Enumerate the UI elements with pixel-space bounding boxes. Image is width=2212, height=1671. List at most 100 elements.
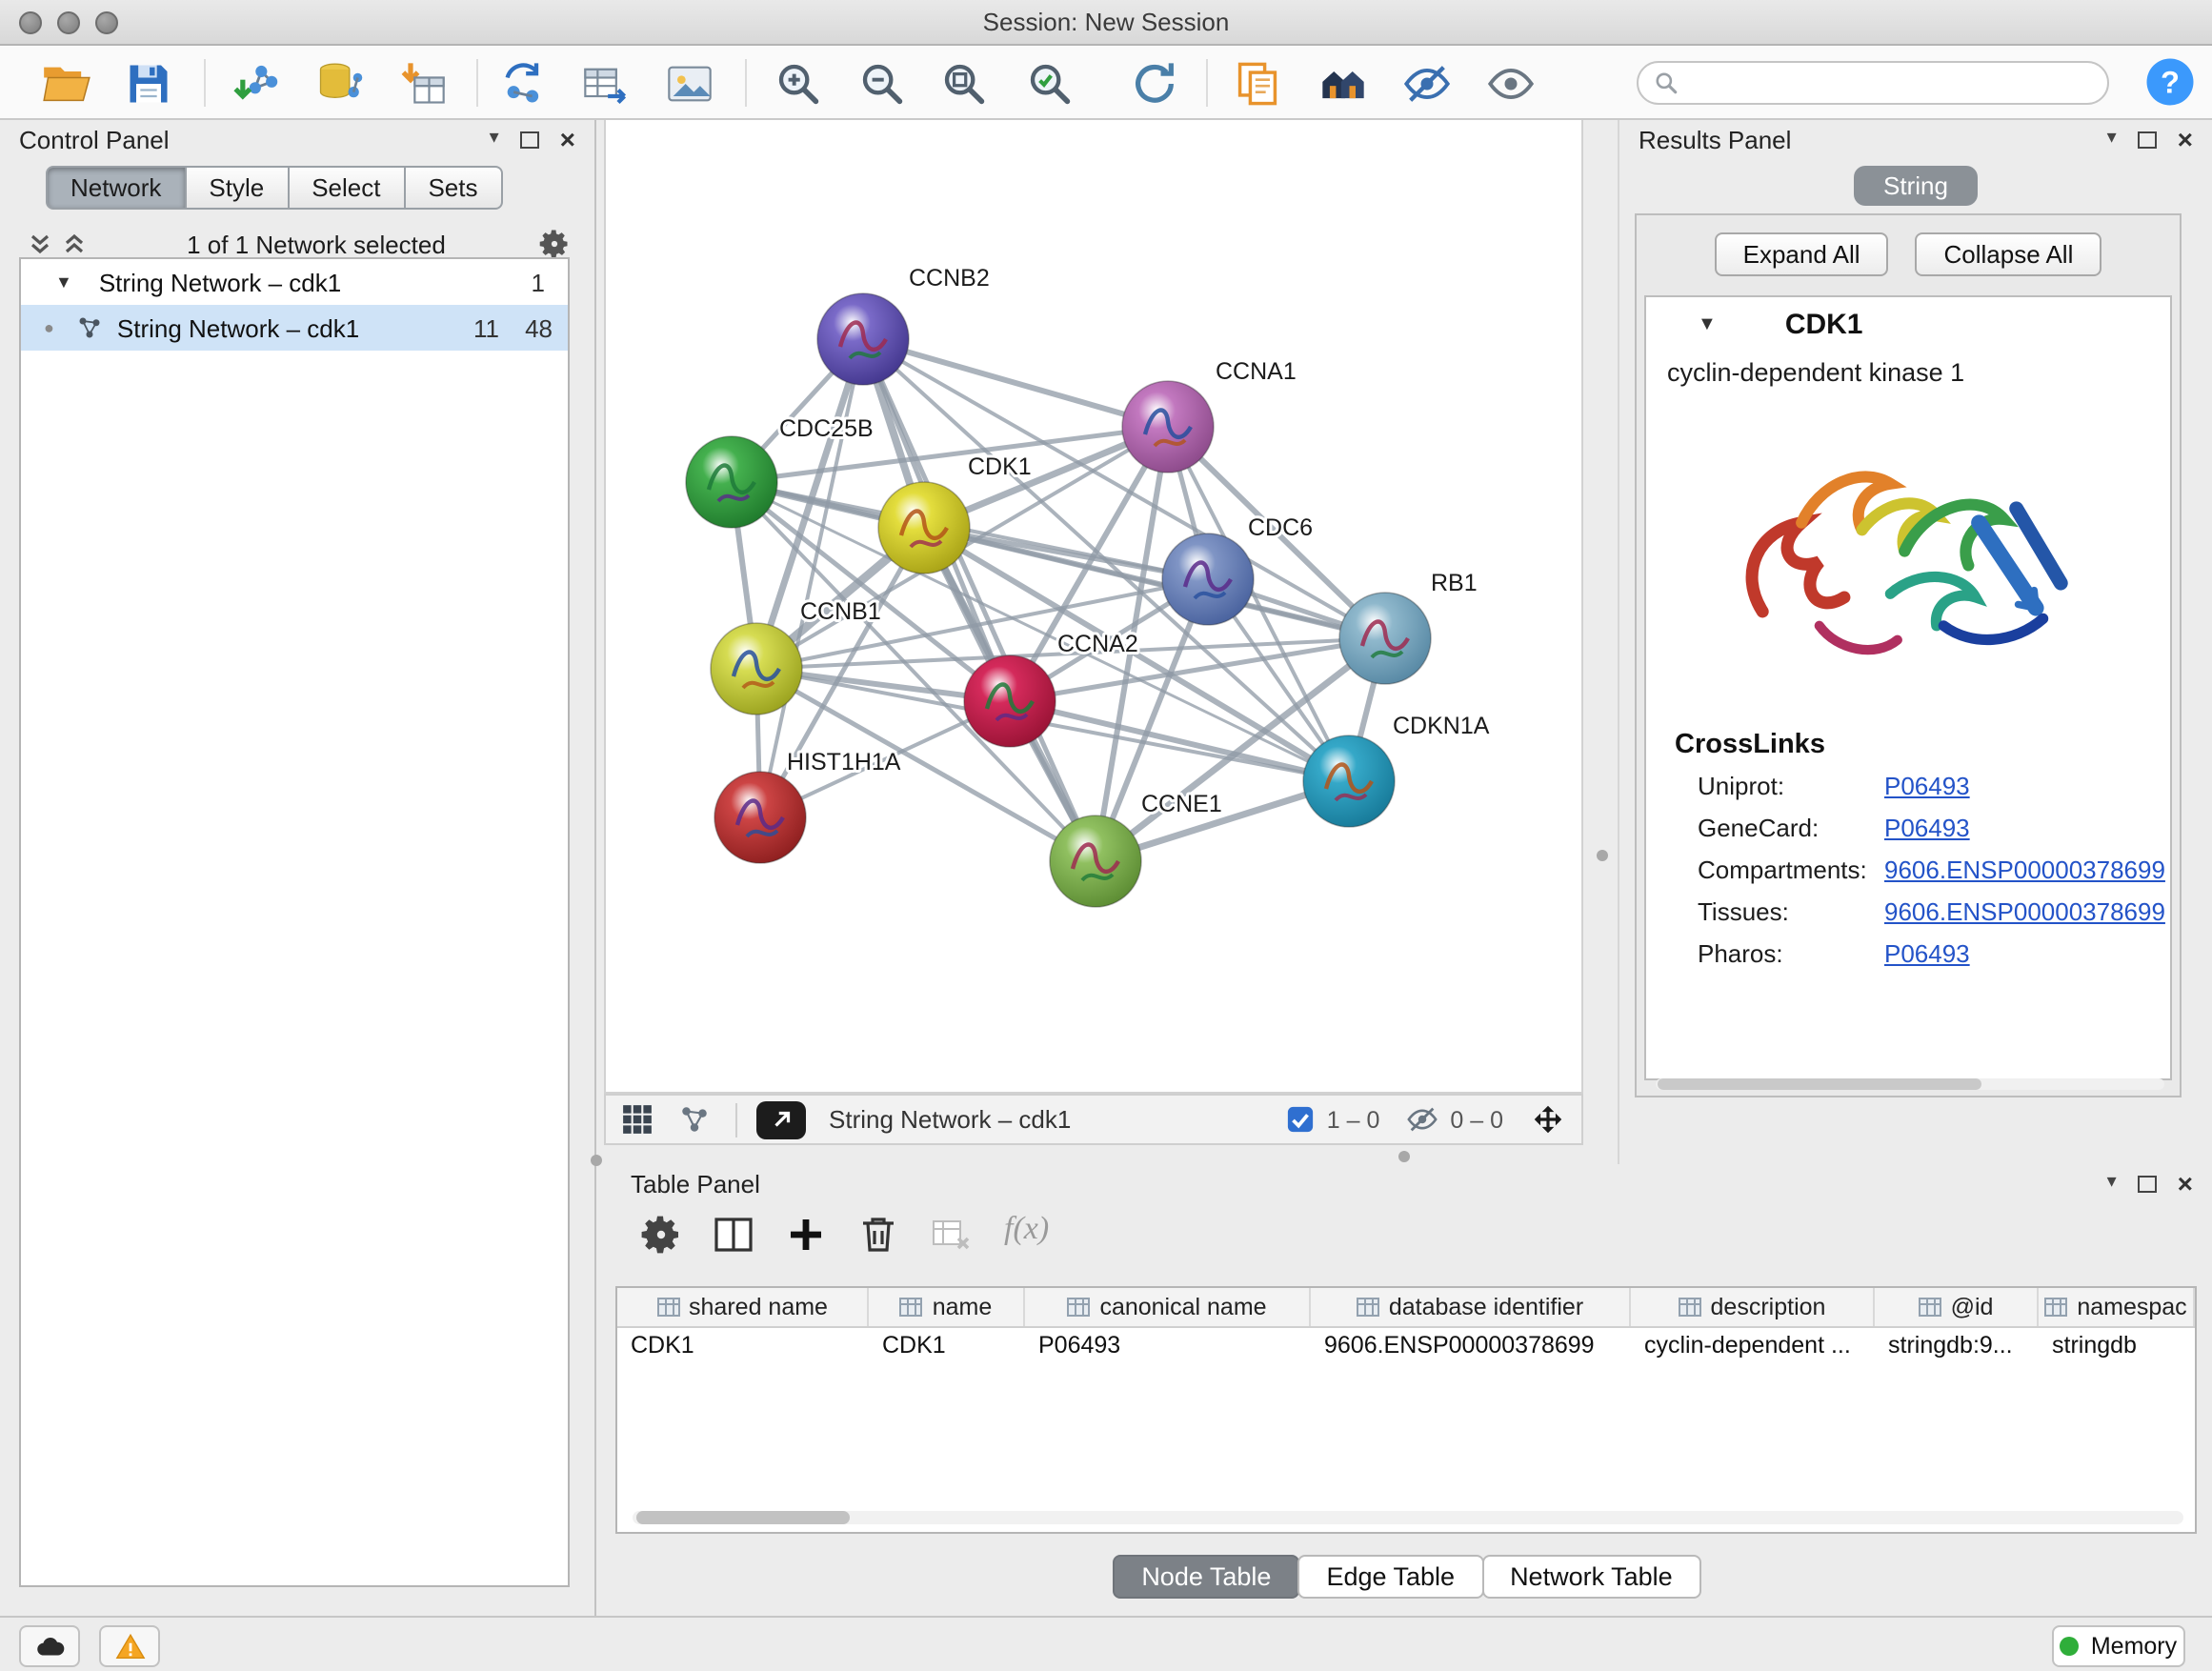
network-overview-button[interactable] [1311,53,1376,114]
table-from-network-button[interactable] [573,53,638,114]
tab-select[interactable]: Select [289,166,405,210]
import-network-database-button[interactable] [307,53,372,114]
hidden-count: 0 – 0 [1450,1106,1503,1133]
panel-close-icon[interactable]: × [2178,126,2193,152]
network-node-CCNE1[interactable]: CCNE1 [1050,791,1222,907]
tab-string[interactable]: String [1853,166,1979,206]
zoom-out-icon [857,59,907,109]
update-network-button[interactable] [1122,53,1187,114]
network-options-gear-icon[interactable] [537,227,572,261]
annotations-button[interactable] [1225,53,1290,114]
column-header-database-identifier[interactable]: database identifier [1311,1288,1631,1326]
column-header-namespac[interactable]: namespac [2039,1288,2195,1326]
tab-node-table[interactable]: Node Table [1113,1555,1299,1599]
table-horizontal-scrollbar[interactable] [633,1511,2183,1524]
table-cell[interactable]: P06493 [1025,1328,1311,1366]
tab-style[interactable]: Style [186,166,289,210]
table-cell[interactable]: CDK1 [869,1328,1025,1366]
grid-view-icon[interactable] [621,1103,654,1136]
column-header-shared-name[interactable]: shared name [617,1288,869,1326]
help-button[interactable]: ? [2142,55,2197,111]
crosslink-uniprot-link[interactable]: P06493 [1884,766,1970,808]
panel-menu-caret-icon[interactable]: ▾ [2107,130,2117,149]
column-header-name[interactable]: name [869,1288,1025,1326]
expand-all-button[interactable]: Expand All [1715,232,1889,276]
bottom-splitter-handle[interactable] [1398,1151,1410,1162]
table-settings-gear-icon[interactable] [638,1212,684,1258]
open-session-button[interactable] [34,53,99,114]
open-external-button[interactable] [756,1100,806,1138]
crosslink-compartments-link[interactable]: 9606.ENSP00000378699 [1884,850,2165,892]
zoom-out-button[interactable] [850,53,915,114]
network-edge-CCNB2-CCNE1[interactable] [863,339,1096,861]
expand-all-icon[interactable] [61,231,88,257]
network-list-item-selected[interactable]: ● String Network – cdk1 11 48 [21,305,568,351]
column-header--id[interactable]: @id [1875,1288,2039,1326]
network-node-HIST1H1A[interactable]: HIST1H1A [714,749,901,863]
save-session-button[interactable] [116,53,181,114]
panel-float-icon[interactable] [520,131,539,148]
crosslink-genecard-link[interactable]: P06493 [1884,808,1970,850]
crosslink-row: Compartments:9606.ENSP00000378699 [1698,850,2170,892]
zoom-selected-button[interactable] [1017,53,1082,114]
hide-selected-button[interactable] [1395,53,1459,114]
tree-expand-caret-icon[interactable]: ▼ [55,272,72,292]
show-all-button[interactable] [1478,53,1543,114]
network-edge-CCNB2-HIST1H1A[interactable] [760,339,863,817]
cloud-status-button[interactable] [19,1625,80,1667]
network-collection-row[interactable]: ▼ String Network – cdk1 1 [21,259,568,305]
table-panel: Table Panel ▾ × f(x) shared namenamecano… [604,1164,2212,1616]
warnings-button[interactable] [99,1625,160,1667]
delete-column-trash-icon[interactable] [855,1212,901,1258]
panel-float-icon[interactable] [2138,1175,2157,1192]
memory-button[interactable]: Memory [2052,1625,2185,1667]
network-from-selection-button[interactable] [492,53,556,114]
selected-checkbox-icon[interactable] [1287,1105,1316,1134]
export-image-button[interactable] [657,53,722,114]
panel-menu-caret-icon[interactable]: ▾ [490,130,499,149]
panel-close-icon[interactable]: × [560,126,575,152]
table-cell[interactable]: 9606.ENSP00000378699 [1311,1328,1631,1366]
column-header-canonical-name[interactable]: canonical name [1025,1288,1311,1326]
crosslink-pharos-link[interactable]: P06493 [1884,934,1970,976]
network-share-icon[interactable] [678,1103,711,1136]
tab-network-table[interactable]: Network Table [1481,1555,1701,1599]
search-input[interactable] [1679,70,2107,96]
right-splitter-handle[interactable] [1597,850,1608,861]
network-node-CCNA1[interactable]: CCNA1 [1122,358,1297,473]
birds-eye-view-icon[interactable] [1530,1101,1566,1137]
gene-header[interactable]: ▼ CDK1 [1646,297,2170,351]
results-horizontal-scrollbar[interactable] [1656,1078,2164,1090]
table-cell[interactable]: cyclin-dependent ... [1631,1328,1875,1366]
tab-sets[interactable]: Sets [405,166,502,210]
column-header-description[interactable]: description [1631,1288,1875,1326]
collapse-all-icon[interactable] [27,231,53,257]
tab-network[interactable]: Network [46,166,186,210]
panel-menu-caret-icon[interactable]: ▾ [2107,1174,2117,1193]
panel-float-icon[interactable] [2138,131,2157,148]
add-column-icon[interactable] [783,1212,829,1258]
hidden-eye-icon[interactable] [1406,1103,1438,1136]
gene-collapse-caret-icon[interactable]: ▼ [1698,313,1717,334]
tab-edge-table[interactable]: Edge Table [1297,1555,1483,1599]
network-node-CDKN1A[interactable]: CDKN1A [1303,713,1490,827]
table-cell[interactable]: stringdb:9... [1875,1328,2039,1366]
network-node-RB1[interactable]: RB1 [1339,570,1478,684]
collapse-all-button[interactable]: Collapse All [1916,232,2102,276]
crosslink-tissues-link[interactable]: 9606.ENSP00000378699 [1884,892,2165,934]
left-splitter-handle[interactable] [591,1155,602,1166]
zoom-fit-button[interactable] [932,53,996,114]
network-node-CCNB1[interactable]: CCNB1 [711,598,881,715]
table-cell[interactable]: stringdb [2039,1328,2195,1366]
network-node-CDK1[interactable]: CDK1 [878,453,1032,574]
import-table-button[interactable] [391,53,455,114]
table-row[interactable]: CDK1CDK1P064939606.ENSP00000378699cyclin… [617,1328,2195,1366]
network-canvas[interactable]: CCNB2CCNA1CDC25BCDK1CDC6RB1CCNB1CCNA2CDK… [604,120,1583,1094]
table-cell[interactable]: CDK1 [617,1328,869,1366]
show-columns-icon[interactable] [711,1212,756,1258]
function-builder-label[interactable]: f(x) [1004,1210,1049,1248]
panel-close-icon[interactable]: × [2178,1170,2193,1197]
zoom-in-button[interactable] [766,53,831,114]
network-edge-CCNA2-CDKN1A[interactable] [1010,701,1349,781]
import-network-file-button[interactable] [225,53,290,114]
